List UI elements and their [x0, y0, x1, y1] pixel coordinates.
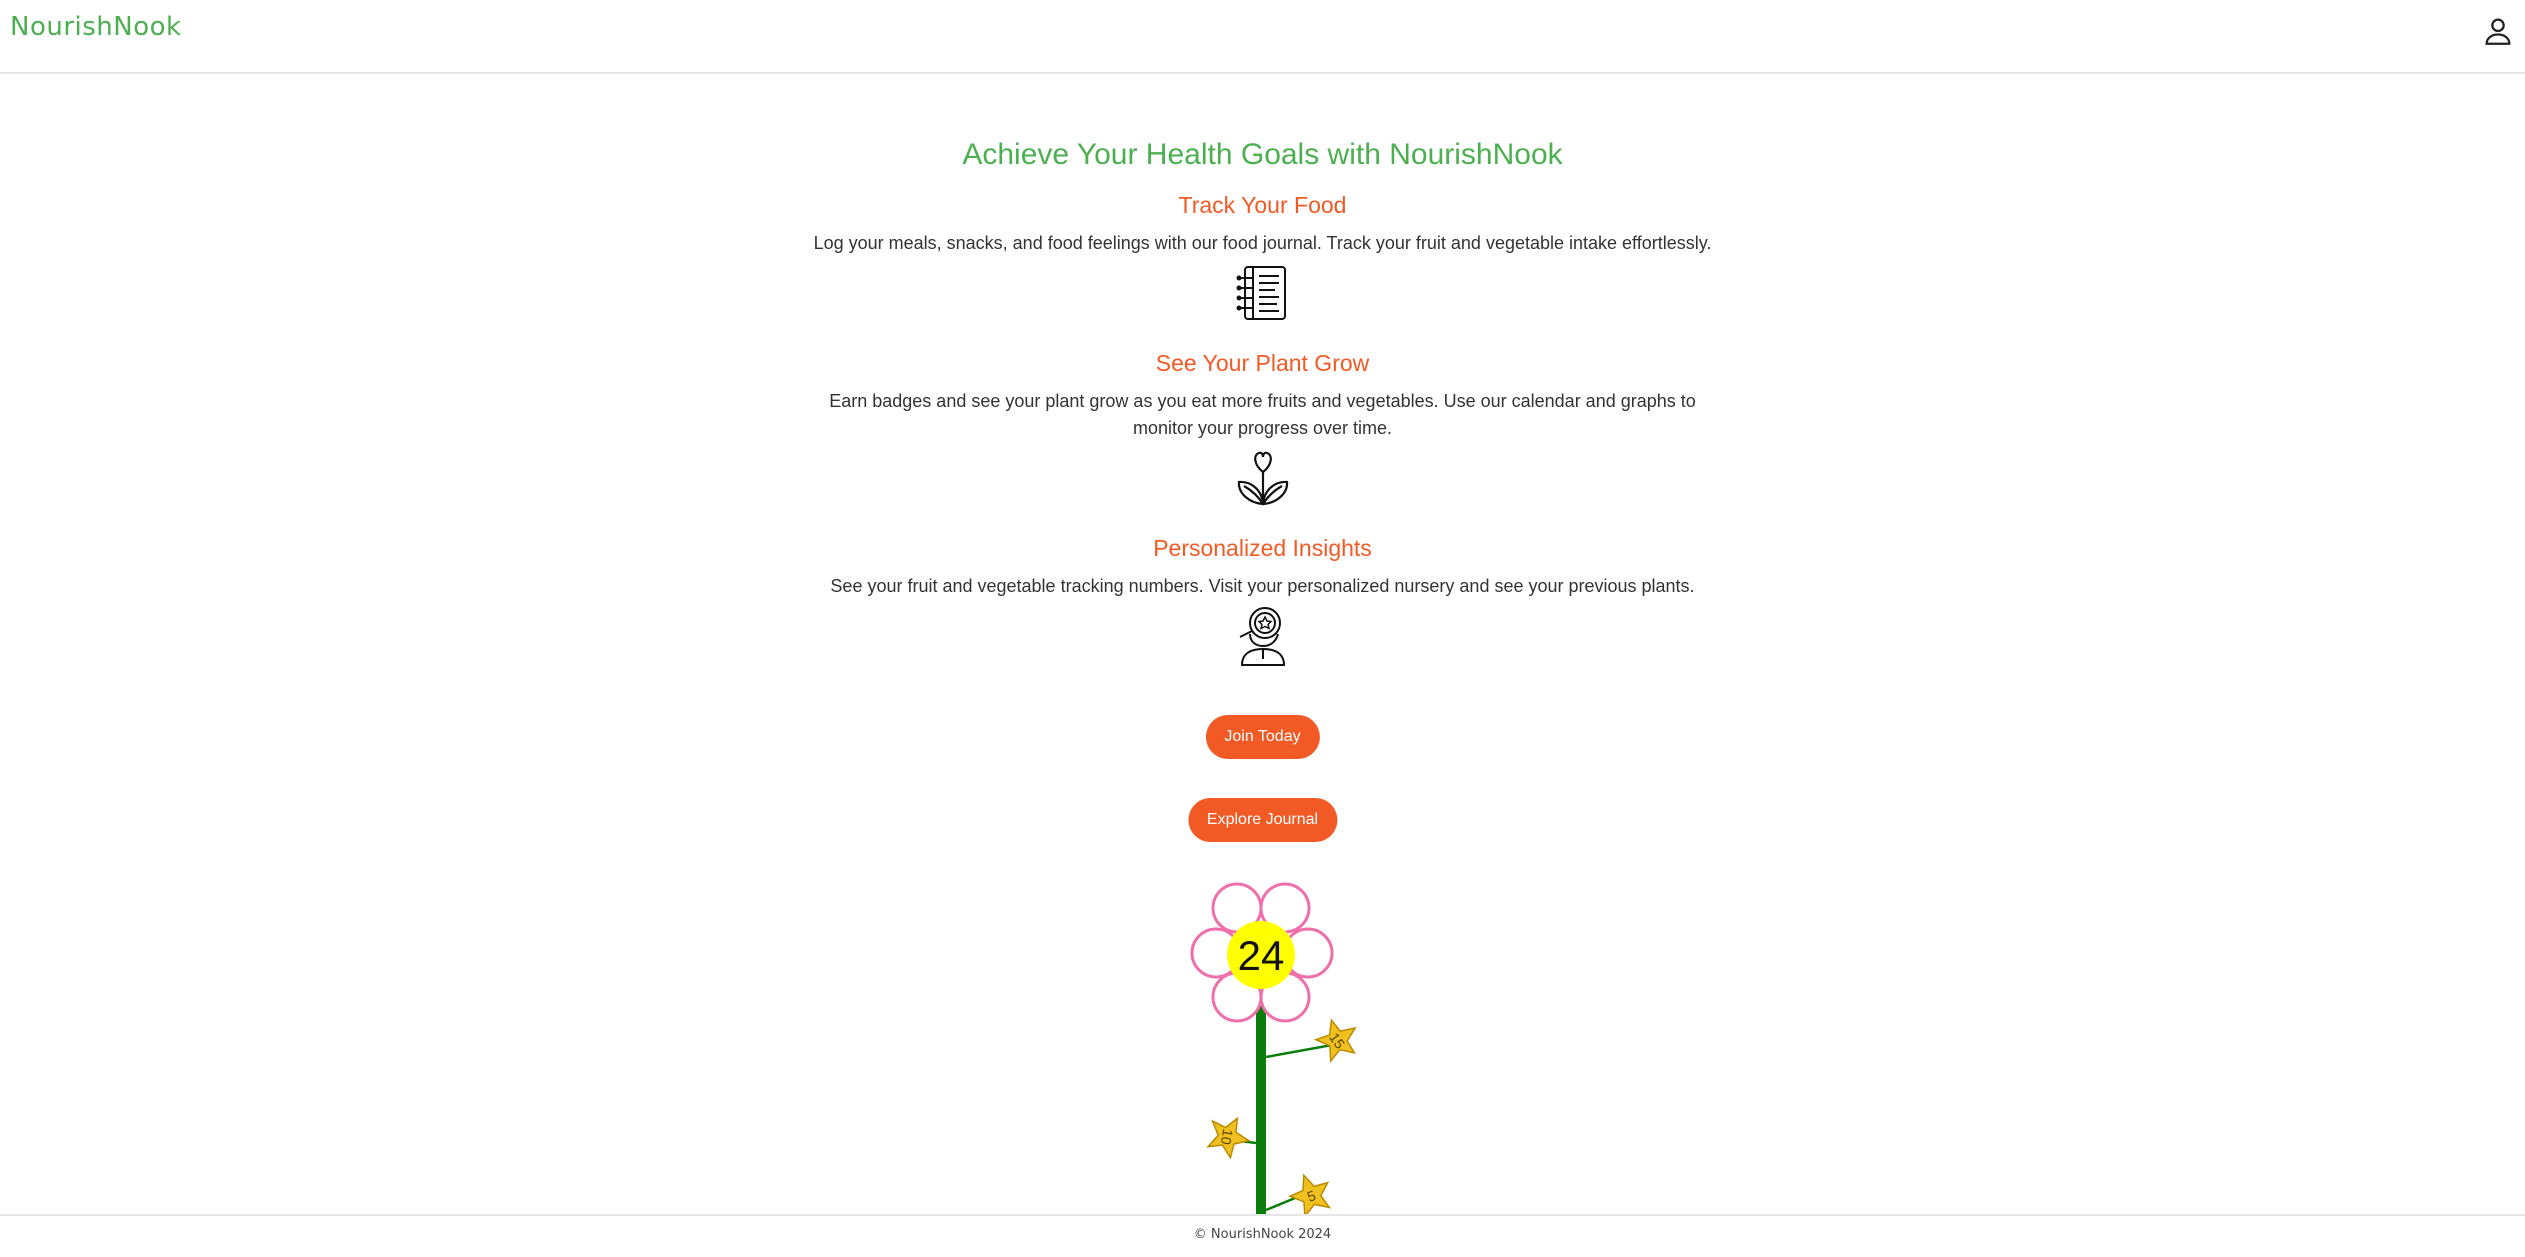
user-account-icon[interactable] [2481, 14, 2515, 48]
plant-branch-right-upper [1265, 1043, 1333, 1059]
plant-heart-icon [1237, 451, 1288, 506]
navbar: NourishNook [0, 0, 2525, 74]
plant-stem [1256, 995, 1266, 1215]
feature-title-plant-grow: See Your Plant Grow [1155, 350, 1370, 376]
explore-journal-button[interactable]: Explore Journal [1187, 798, 1338, 842]
flower-count: 24 [1238, 932, 1285, 979]
join-today-button[interactable]: Join Today [1205, 715, 1320, 759]
feature-title-insights: Personalized Insights [1153, 535, 1372, 561]
badge-star: 15 [1313, 1018, 1357, 1063]
footer-copyright: © NourishNook 2024 [1193, 1227, 1332, 1242]
page-title: Achieve Your Health Goals with NourishNo… [962, 138, 1563, 171]
badge-star: 10 [1206, 1116, 1251, 1160]
feature-text-track-food: Log your meals, snacks, and food feeling… [813, 233, 1712, 253]
progress-plant: 24 15 10 5 [1190, 882, 1357, 1215]
person-award-icon [1239, 607, 1285, 666]
feature-text-plant-grow: Earn badges and see your plant grow as y… [829, 391, 1696, 438]
journal-icon [1236, 266, 1286, 320]
feature-text-insights: See your fruit and vegetable tracking nu… [830, 576, 1695, 596]
badge-star: 5 [1288, 1173, 1332, 1215]
brand-logo[interactable]: NourishNook [10, 12, 182, 42]
feature-title-track-food: Track Your Food [1178, 192, 1347, 218]
badge-star-label: 10 [1218, 1128, 1236, 1146]
footer: © NourishNook 2024 [0, 1214, 2525, 1257]
